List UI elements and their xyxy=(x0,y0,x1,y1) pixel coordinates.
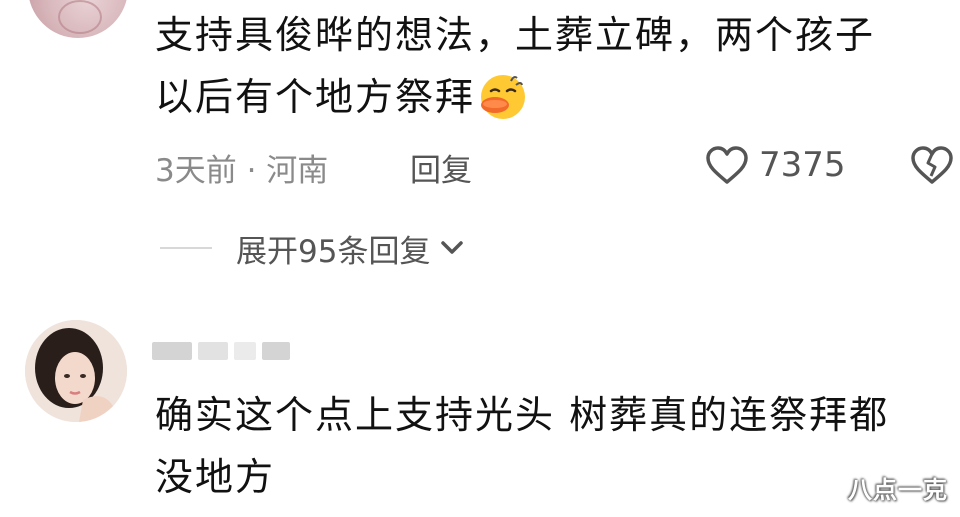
like-button[interactable]: 7375 xyxy=(705,143,846,187)
heart-outline-icon xyxy=(706,146,748,184)
divider xyxy=(160,247,212,249)
comment-text-line: 确实这个点上支持光头 树葬真的连祭拜都 xyxy=(155,393,890,437)
reply-button[interactable]: 回复 xyxy=(410,145,472,190)
laughing-duck-emoji-icon xyxy=(481,74,526,119)
commenter-avatar[interactable] xyxy=(25,320,127,422)
chevron-down-icon xyxy=(441,241,464,254)
expand-replies-button[interactable]: 展开95条回复 xyxy=(160,224,466,272)
avatar-portrait xyxy=(25,320,127,422)
comment-text-line: 以后有个地方祭拜 xyxy=(155,62,529,132)
broken-heart-icon[interactable] xyxy=(910,145,954,185)
expand-replies-label: 展开95条回复 xyxy=(236,233,431,270)
comment-time-location: 3天前 · 河南 xyxy=(155,153,329,189)
watermark: 八点一克 xyxy=(848,476,948,504)
comment-text-line: 支持具俊晔的想法，土葬立碑，两个孩子 xyxy=(155,13,876,57)
commenter-avatar[interactable] xyxy=(28,0,128,38)
commenter-username-blurred xyxy=(152,340,304,362)
comment-text-segment: 以后有个地方祭拜 xyxy=(155,75,476,119)
like-count: 7375 xyxy=(759,145,846,185)
comment-text-line: 没地方 xyxy=(155,455,276,499)
